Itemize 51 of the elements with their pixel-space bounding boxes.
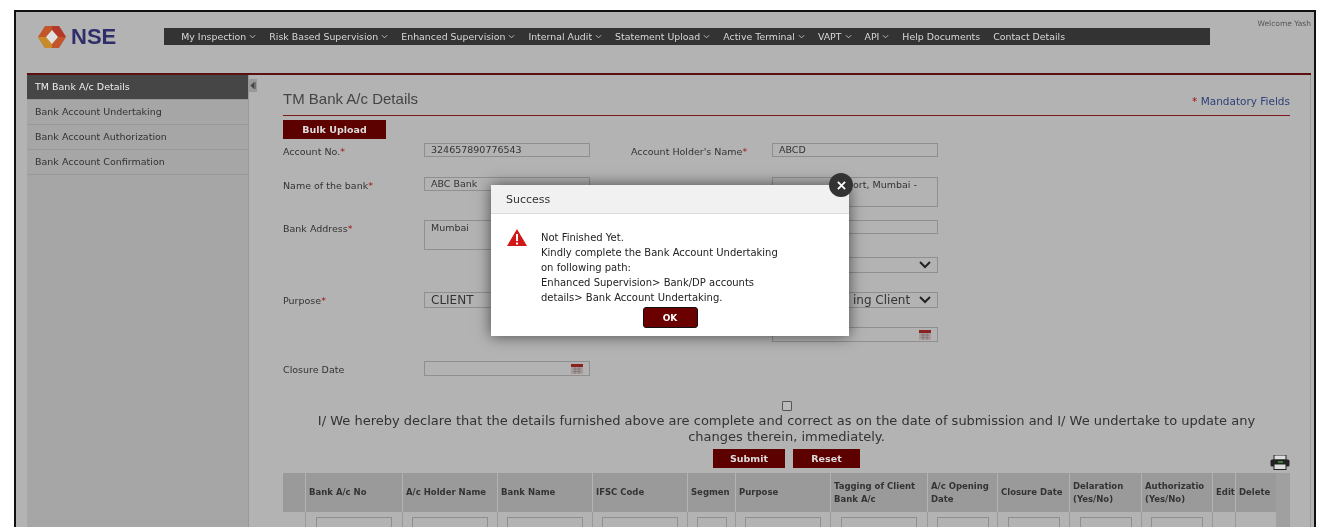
nse-logo[interactable]: NSE [37,25,117,49]
mandatory-note: * Mandatory Fields [1192,95,1290,107]
column-header: A/c Holder Name [403,473,498,512]
bulk-upload-button[interactable]: Bulk Upload [283,120,386,139]
text-field[interactable]: ABCD [772,143,938,157]
column-header: IFSC Code [593,473,688,512]
menu-item[interactable]: My Inspection [181,31,257,42]
sidebar-item[interactable]: Bank Account Authorization [27,125,248,150]
dropdown-value: CLIENT [431,293,474,307]
column-header: Bank Name [498,473,593,512]
declaration-text: I/ We hereby declare that the details furnished above are complete and correct as on the date of submission and I/ We undertake to update any changes therein, immediately. [316,413,1257,445]
dialog-title: Success [506,192,551,206]
page-title: TM Bank A/c Details [283,90,419,107]
field-label: Bank Address* [283,222,354,234]
message-line: Kindly complete the Bank Account Undertaking [541,246,778,260]
menu-item[interactable]: VAPT [817,31,852,42]
sidebar-item[interactable]: Bank Account Confirmation [27,150,248,175]
column-header: Delete [1236,473,1276,512]
ok-button[interactable]: OK [642,307,698,328]
menu-item[interactable]: Active Terminal [723,31,805,42]
message-line: on following path: [541,261,632,275]
sidebar-item[interactable]: Bank Account Undertaking [27,100,248,125]
column-header: Segmen [688,473,736,512]
sidebar-item[interactable]: TM Bank A/c Details [27,75,248,100]
field-label: Account No.* [283,145,346,157]
message-line: details> Bank Account Undertaking. [541,291,724,305]
form-button[interactable]: Submit [713,449,785,468]
column-header: Authorizatio (Yes/No) [1142,473,1213,512]
field-label: Account Holder's Name* [631,145,749,157]
menu-item[interactable]: Statement Upload [615,31,711,42]
field-label: Name of the bank* [283,179,374,191]
menu-item[interactable]: Help Documents [902,31,981,42]
column-header: Bank A/c No [306,473,403,512]
dropdown-value: ing Client [853,293,911,307]
menu-item[interactable]: Risk Based Supervision [269,31,389,42]
column-header: Delaration (Yes/No) [1070,473,1142,512]
menu-item[interactable]: Contact Details [993,31,1066,42]
field-label: Purpose* [283,294,327,306]
message-line: Not Finished Yet. [541,231,625,245]
column-header: Purpose [736,473,831,512]
menu-item[interactable]: Internal Audit [528,31,603,42]
text-field[interactable]: 324657890776543 [424,143,590,157]
column-header: Edit [1213,473,1236,512]
column-header: Tagging of Client Bank A/c [831,473,928,512]
column-header: Closure Date [998,473,1070,512]
form-button[interactable]: Reset [793,449,860,468]
menu-item[interactable]: Enhanced Supervision [401,31,516,42]
field-label: Closure Date [283,363,346,375]
column-header: A/c Opening Date [928,473,998,512]
menu-item[interactable]: API [864,31,890,42]
message-line: Enhanced Supervision> Bank/DP accounts [541,276,756,290]
